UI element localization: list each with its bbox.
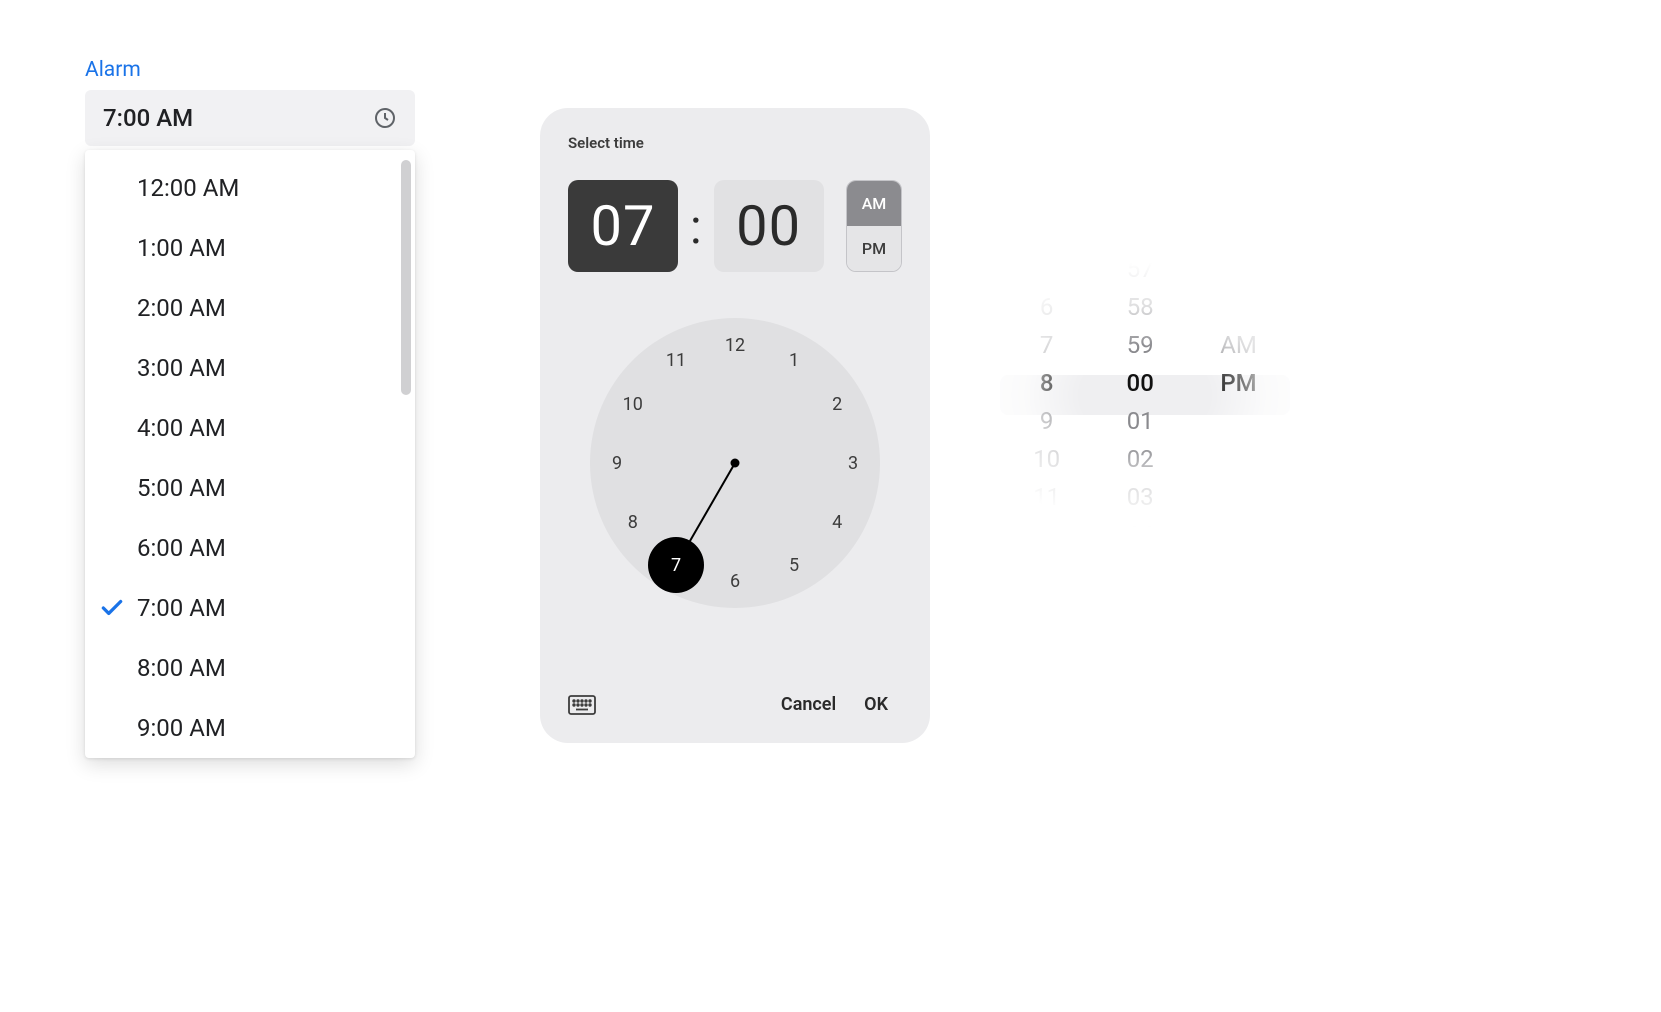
clock-number[interactable]: 12: [721, 331, 749, 359]
wheel-period[interactable]: AMPM: [1220, 240, 1257, 402]
dropdown-item-label: 5:00 AM: [137, 474, 226, 502]
dropdown-item-label: 12:00 AM: [137, 174, 239, 202]
minute-box[interactable]: 00: [714, 180, 824, 272]
dialog-title: Select time: [568, 134, 902, 152]
clock-center: [731, 459, 740, 468]
clock-number[interactable]: 2: [823, 390, 851, 418]
wheel-item[interactable]: AM: [1220, 326, 1257, 364]
dropdown-item[interactable]: 5:00 AM: [85, 458, 415, 518]
clock-number[interactable]: 5: [780, 551, 808, 579]
clock-number[interactable]: 6: [721, 567, 749, 595]
clock-icon: [373, 106, 397, 130]
wheel-item[interactable]: 03: [1127, 478, 1154, 516]
wheel-item[interactable]: 58: [1127, 288, 1154, 326]
hour-box[interactable]: 07: [568, 180, 678, 272]
pm-button[interactable]: PM: [847, 226, 901, 271]
clock-thumb[interactable]: 7: [648, 537, 704, 593]
dropdown-item[interactable]: 12:00 AM: [85, 158, 415, 218]
wheel-item[interactable]: 02: [1127, 440, 1154, 478]
wheel-item[interactable]: 04: [1127, 516, 1154, 550]
wheel-item[interactable]: 57: [1127, 250, 1154, 288]
wheel-item[interactable]: 11: [1033, 478, 1060, 516]
dropdown-item-label: 7:00 AM: [137, 594, 226, 622]
time-colon: :: [688, 198, 704, 255]
wheel-item[interactable]: 6: [1040, 288, 1054, 326]
alarm-picker: Alarm 7:00 AM 12:00 AM 1:00 AM 2:00 AM 3:00…: [85, 58, 415, 758]
clock-number[interactable]: 1: [780, 347, 808, 375]
clock-number[interactable]: 4: [823, 508, 851, 536]
dialog-actions: Cancel OK: [568, 686, 902, 723]
scrollbar[interactable]: [401, 160, 411, 395]
dropdown-item[interactable]: 7:00 AM: [85, 578, 415, 638]
alarm-label: Alarm: [85, 58, 415, 82]
wheel-item[interactable]: 7: [1040, 326, 1054, 364]
clock-face[interactable]: 12 12 3 45 6 8 9 10 11 7: [590, 318, 880, 608]
alarm-dropdown: 12:00 AM 1:00 AM 2:00 AM 3:00 AM 4:00 AM 5:00…: [85, 150, 415, 758]
wheel-item[interactable]: 59: [1127, 326, 1154, 364]
time-picker-dialog: Select time 07 : 00 AM PM 12 12 3 45 6 8 9 10 11…: [540, 108, 930, 743]
wheel-item[interactable]: 9: [1040, 402, 1054, 440]
clock-number[interactable]: 9: [603, 449, 631, 477]
wheel-hours[interactable]: 56789101112: [1033, 240, 1060, 550]
wheel-minutes[interactable]: 5758590001020304: [1127, 240, 1154, 550]
dropdown-item[interactable]: 2:00 AM: [85, 278, 415, 338]
dropdown-item-label: 6:00 AM: [137, 534, 226, 562]
clock-number[interactable]: 10: [619, 390, 647, 418]
dropdown-item[interactable]: 4:00 AM: [85, 398, 415, 458]
dropdown-item-label: 3:00 AM: [137, 354, 226, 382]
dropdown-item-label: 2:00 AM: [137, 294, 226, 322]
alarm-field[interactable]: 7:00 AM: [85, 90, 415, 146]
wheel-item[interactable]: 12: [1033, 516, 1060, 550]
dropdown-item[interactable]: 1:00 AM: [85, 218, 415, 278]
am-button[interactable]: AM: [847, 181, 901, 226]
wheel-item[interactable]: 8: [1040, 364, 1054, 402]
clock-number[interactable]: 11: [662, 347, 690, 375]
dropdown-item-label: 8:00 AM: [137, 654, 226, 682]
wheel-item[interactable]: 00: [1127, 364, 1154, 402]
wheel-item[interactable]: 01: [1127, 402, 1154, 440]
dropdown-item[interactable]: 3:00 AM: [85, 338, 415, 398]
dropdown-item[interactable]: 8:00 AM: [85, 638, 415, 698]
dropdown-item-label: 1:00 AM: [137, 234, 226, 262]
wheel-item[interactable]: 10: [1033, 440, 1060, 478]
clock-number[interactable]: 3: [839, 449, 867, 477]
dropdown-item-label: 9:00 AM: [137, 714, 226, 742]
cancel-button[interactable]: Cancel: [767, 686, 850, 723]
keyboard-icon[interactable]: [568, 695, 596, 715]
wheel-item[interactable]: 5: [1040, 250, 1054, 288]
dropdown-item[interactable]: 9:00 AM: [85, 698, 415, 758]
wheel-picker[interactable]: 567891011125758590001020304AMPM: [1000, 240, 1290, 550]
check-icon: [99, 595, 125, 621]
clock-number[interactable]: 8: [619, 508, 647, 536]
ok-button[interactable]: OK: [850, 686, 902, 723]
time-display-row: 07 : 00 AM PM: [568, 180, 902, 272]
alarm-field-value: 7:00 AM: [103, 104, 193, 132]
dropdown-item[interactable]: 6:00 AM: [85, 518, 415, 578]
wheel-item[interactable]: PM: [1220, 364, 1256, 402]
dropdown-item-label: 4:00 AM: [137, 414, 226, 442]
ampm-toggle: AM PM: [846, 180, 902, 272]
